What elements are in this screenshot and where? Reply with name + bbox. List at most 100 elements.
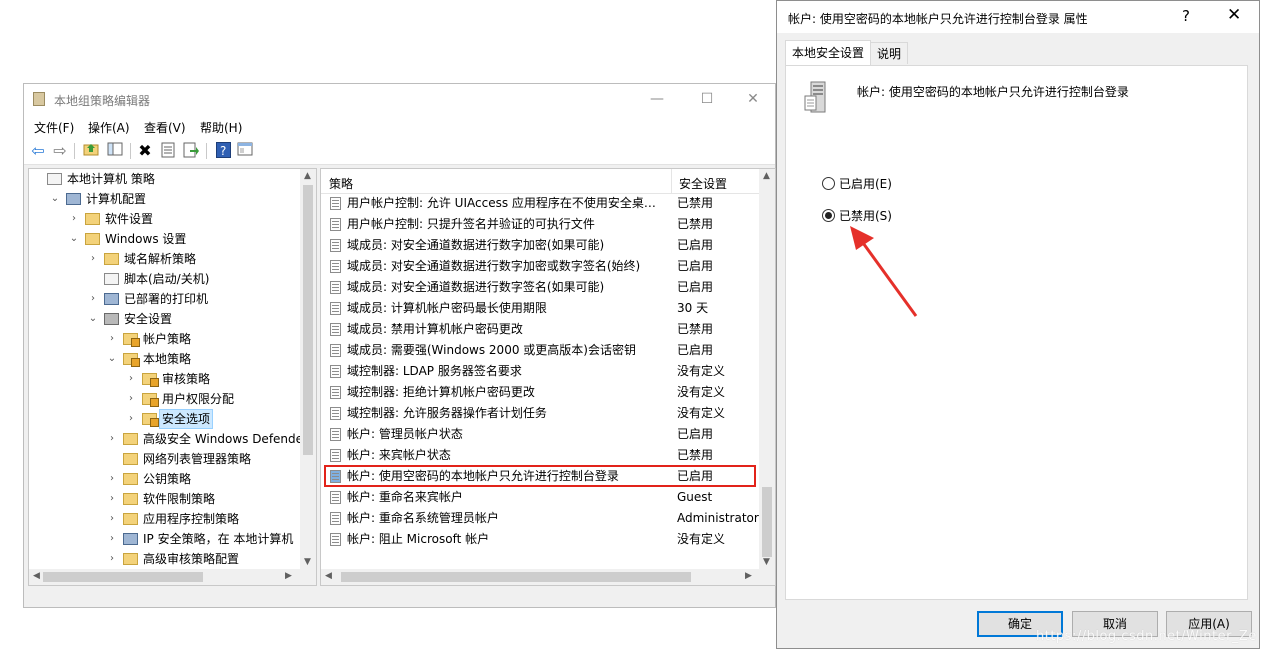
table-row[interactable]: 帐户: 管理员帐户状态 已启用	[321, 424, 761, 445]
tree-node-label: 安全选项	[159, 409, 214, 429]
radio-disabled-label[interactable]: 已禁用(S)	[839, 207, 892, 224]
menu-file[interactable]: 文件(F)	[34, 119, 74, 136]
tab-panel: 帐户: 使用空密码的本地帐户只允许进行控制台登录 已启用(E) 已禁用(S)	[785, 65, 1248, 600]
table-row[interactable]: 域成员: 对安全通道数据进行数字签名(如果可能) 已启用	[321, 277, 761, 298]
tree-node-label: 高级安全 Windows Defender 防	[143, 432, 317, 446]
expand-chevron-icon[interactable]: ›	[107, 549, 117, 569]
policy-item-icon	[330, 344, 341, 357]
collapse-chevron-icon[interactable]: ⌄	[69, 229, 79, 249]
policy-item-icon	[330, 302, 341, 315]
column-header-setting[interactable]: 安全设置	[679, 175, 727, 192]
table-row[interactable]: 帐户: 重命名来宾帐户 Guest	[321, 487, 761, 508]
table-row[interactable]: 用户帐户控制: 只提升签名并验证的可执行文件 已禁用	[321, 214, 761, 235]
properties-icon[interactable]	[159, 142, 177, 160]
minimize-icon[interactable]: —	[642, 88, 672, 110]
table-row[interactable]: 域成员: 需要强(Windows 2000 或更高版本)会话密钥 已启用	[321, 340, 761, 361]
radio-disabled[interactable]	[822, 209, 835, 222]
expand-chevron-icon[interactable]: ›	[126, 389, 136, 409]
close-icon[interactable]: ✕	[738, 88, 768, 110]
policy-name-cell: 域成员: 禁用计算机帐户密码更改	[347, 322, 523, 336]
locked-folder-icon	[123, 353, 140, 367]
policy-item-icon	[330, 407, 341, 420]
table-row[interactable]: 帐户: 阻止 Microsoft 帐户 没有定义	[321, 529, 761, 550]
gpedit-app-icon	[33, 92, 45, 106]
radio-enabled-label[interactable]: 已启用(E)	[839, 175, 892, 192]
maximize-icon[interactable]: ☐	[692, 88, 722, 110]
collapse-chevron-icon[interactable]: ⌄	[50, 189, 60, 209]
locked-folder-icon	[142, 393, 159, 407]
tree-node-label: 软件限制策略	[143, 492, 216, 506]
policy-item-icon	[330, 428, 341, 441]
table-row[interactable]: 域成员: 计算机帐户密码最长使用期限 30 天	[321, 298, 761, 319]
table-row[interactable]: 域成员: 禁用计算机帐户密码更改 已禁用	[321, 319, 761, 340]
tab-local-security-setting[interactable]: 本地安全设置	[785, 40, 872, 66]
policy-name-cell: 域成员: 需要强(Windows 2000 或更高版本)会话密钥	[347, 343, 636, 357]
security-setting-cell: 已禁用	[677, 322, 714, 336]
tree-vscroll-thumb[interactable]	[303, 185, 313, 455]
dialog-close-icon[interactable]: ✕	[1227, 5, 1241, 25]
security-setting-cell: 没有定义	[677, 532, 726, 546]
tab-explain[interactable]: 说明	[870, 42, 909, 64]
expand-chevron-icon[interactable]: ›	[107, 509, 117, 529]
table-row[interactable]: 域控制器: LDAP 服务器签名要求 没有定义	[321, 361, 761, 382]
tree-vertical-scrollbar[interactable]: ▲ ▼	[300, 169, 316, 585]
radio-enabled[interactable]	[822, 177, 835, 190]
locked-folder-icon	[123, 333, 140, 347]
policy-properties-dialog: 帐户: 使用空密码的本地帐户只允许进行控制台登录 属性 ? ✕ 本地安全设置 说…	[776, 0, 1260, 649]
expand-chevron-icon[interactable]: ›	[88, 289, 98, 309]
expand-chevron-icon[interactable]: ›	[107, 329, 117, 349]
expand-chevron-icon[interactable]: ›	[88, 249, 98, 269]
table-row[interactable]: 域成员: 对安全通道数据进行数字加密(如果可能) 已启用	[321, 235, 761, 256]
list-hscroll-thumb[interactable]	[341, 572, 691, 582]
policy-name-cell: 域成员: 对安全通道数据进行数字加密或数字签名(始终)	[347, 259, 641, 273]
policy-name-cell: 域成员: 对安全通道数据进行数字签名(如果可能)	[347, 280, 605, 294]
tree-node-label: 域名解析策略	[124, 252, 197, 266]
console-tree[interactable]: 本地计算机 策略 ⌄ 计算机配置 › 软件设置 ⌄ Windows 设置 › 域名解析策略 脚本(…	[28, 168, 317, 586]
table-row[interactable]: 帐户: 重命名系统管理员帐户 Administrator	[321, 508, 761, 529]
tree-hscroll-thumb[interactable]	[43, 572, 203, 582]
expand-chevron-icon[interactable]: ›	[107, 469, 117, 489]
expand-chevron-icon[interactable]: ›	[107, 529, 117, 549]
collapse-chevron-icon[interactable]: ⌄	[88, 309, 98, 329]
tree-horizontal-scrollbar[interactable]: ◀ ▶	[29, 569, 316, 585]
column-header-policy[interactable]: 策略	[329, 175, 353, 192]
delete-icon[interactable]: ✖	[136, 142, 154, 160]
expand-chevron-icon[interactable]: ›	[69, 209, 79, 229]
menu-action[interactable]: 操作(A)	[88, 119, 130, 136]
dialog-title-bar: 帐户: 使用空密码的本地帐户只允许进行控制台登录 属性 ? ✕	[777, 1, 1259, 33]
menu-help[interactable]: 帮助(H)	[200, 119, 242, 136]
export-list-icon[interactable]	[182, 142, 200, 160]
policy-name-cell: 用户帐户控制: 只提升签名并验证的可执行文件	[347, 217, 595, 231]
list-horizontal-scrollbar[interactable]: ◀ ▶	[321, 569, 775, 585]
table-row[interactable]: 域成员: 对安全通道数据进行数字加密或数字签名(始终) 已启用	[321, 256, 761, 277]
policy-item-icon	[330, 512, 341, 525]
help-question-icon[interactable]: ?	[1182, 7, 1190, 25]
list-vscroll-thumb[interactable]	[762, 487, 772, 557]
console-view-icon[interactable]	[236, 142, 254, 160]
table-row[interactable]: 域控制器: 允许服务器操作者计划任务 没有定义	[321, 403, 761, 424]
policy-item-icon	[330, 260, 341, 273]
security-icon	[104, 313, 119, 325]
table-row[interactable]: 帐户: 来宾帐户状态 已禁用	[321, 445, 761, 466]
server-icon	[804, 81, 826, 113]
policy-name-cell: 帐户: 管理员帐户状态	[347, 427, 463, 441]
expand-chevron-icon[interactable]: ›	[107, 429, 117, 449]
show-hide-tree-icon[interactable]	[106, 142, 124, 160]
collapse-chevron-icon[interactable]: ⌄	[107, 349, 117, 369]
help-icon[interactable]: ?	[214, 142, 232, 160]
back-icon[interactable]: ⇦	[29, 142, 47, 160]
expand-chevron-icon[interactable]: ›	[107, 489, 117, 509]
list-vertical-scrollbar[interactable]: ▲ ▼	[759, 169, 775, 585]
watermark-text: https://blog.csdn.net/Winter_Ze	[1036, 629, 1257, 644]
policy-list[interactable]: 策略 ^ 安全设置 用户帐户控制: 允许 UIAccess 应用程序在不使用安全…	[320, 168, 776, 586]
table-row[interactable]: 域控制器: 拒绝计算机帐户密码更改 没有定义	[321, 382, 761, 403]
expand-chevron-icon[interactable]: ›	[126, 369, 136, 389]
up-folder-icon[interactable]	[82, 142, 100, 160]
expand-chevron-icon[interactable]: ›	[126, 409, 136, 429]
menu-view[interactable]: 查看(V)	[144, 119, 186, 136]
folder-icon	[123, 553, 138, 565]
security-setting-cell: Guest	[677, 490, 713, 504]
locked-folder-icon	[142, 373, 159, 387]
table-row[interactable]: 用户帐户控制: 允许 UIAccess 应用程序在不使用安全桌面的情况下提升权限…	[321, 193, 761, 214]
forward-icon[interactable]: ⇨	[51, 142, 69, 160]
